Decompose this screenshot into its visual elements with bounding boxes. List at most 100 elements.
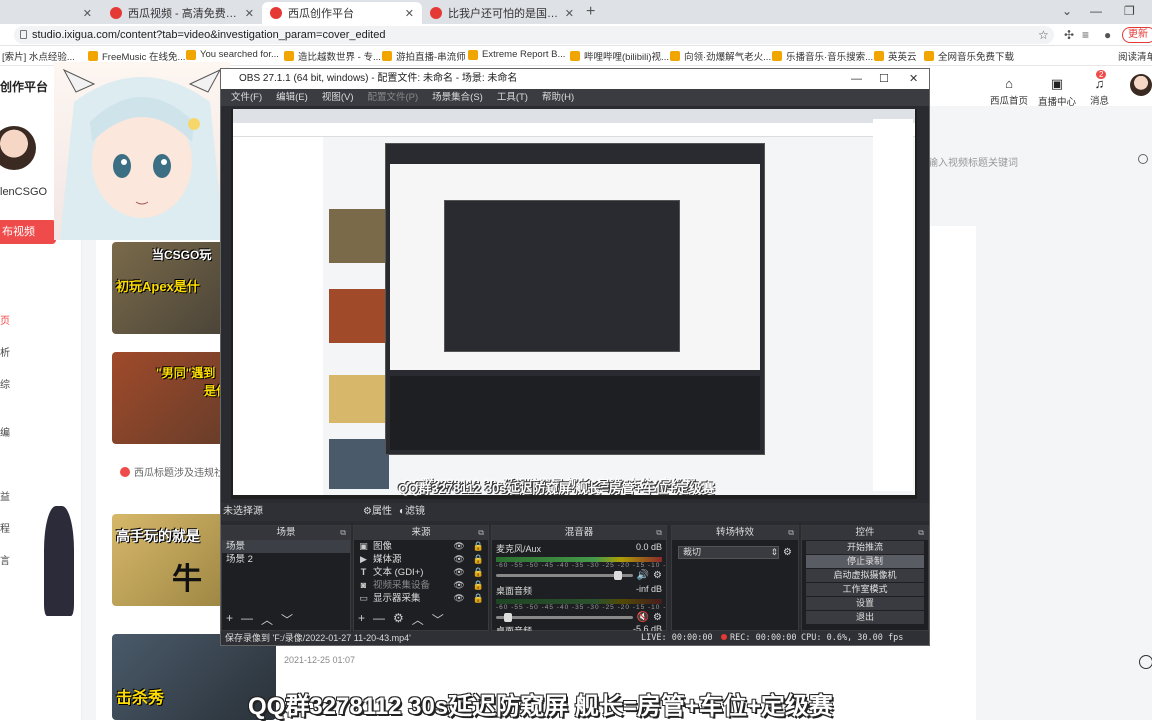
avatar[interactable]: [0, 126, 36, 170]
sidebar-item[interactable]: 析: [0, 344, 10, 359]
sidebar-item[interactable]: 编: [0, 424, 10, 439]
reading-list-icon[interactable]: ≡: [1082, 28, 1089, 42]
source-item[interactable]: ▶ 媒体源 👁 🔒: [354, 553, 488, 566]
settings-button[interactable]: 设置: [806, 597, 924, 610]
add-icon[interactable]: +: [358, 611, 365, 628]
close-icon[interactable]: ✕: [565, 7, 574, 20]
bookmark-item[interactable]: 哔哩哔哩(bilibili)视...: [570, 49, 669, 63]
menu-profile[interactable]: 配置文件(P): [367, 89, 418, 106]
gear-icon[interactable]: ⚙: [653, 612, 662, 623]
menu-help[interactable]: 帮助(H): [542, 89, 574, 106]
lock-icon[interactable]: 🔒: [473, 540, 484, 553]
eye-icon[interactable]: 👁: [453, 540, 464, 553]
browser-tab[interactable]: 比我户还可怕的是国服路人,大意 ✕: [422, 2, 582, 24]
menu-tools[interactable]: 工具(T): [497, 89, 528, 106]
sidebar-item[interactable]: 程: [0, 520, 10, 535]
messages-link[interactable]: ♫ 消息: [1090, 76, 1109, 107]
up-icon[interactable]: ︿: [261, 611, 273, 628]
gear-icon[interactable]: ⚙: [783, 547, 792, 558]
obs-preview[interactable]: QQ群3278112 30s延迟防窥屏 舰长=房管+车位+定级赛: [231, 109, 917, 499]
chat-icon[interactable]: [1139, 655, 1152, 669]
tab-search-icon[interactable]: ⌄: [1062, 4, 1072, 18]
volume-slider[interactable]: [496, 613, 633, 622]
menu-view[interactable]: 视图(V): [322, 89, 354, 106]
profile-icon[interactable]: ●: [1104, 28, 1111, 42]
search-icon[interactable]: [1138, 154, 1148, 164]
filters-button[interactable]: ◐滤镜: [399, 503, 425, 521]
user-avatar[interactable]: [1130, 74, 1152, 96]
menu-edit[interactable]: 编辑(E): [276, 89, 308, 106]
start-streaming-button[interactable]: 开始推流: [806, 541, 924, 554]
menu-scene-collection[interactable]: 场景集合(S): [432, 89, 483, 106]
extensions-icon[interactable]: ✣: [1064, 28, 1074, 42]
menu-file[interactable]: 文件(F): [231, 89, 262, 106]
source-item[interactable]: ▭ 显示器采集 👁 🔒: [354, 592, 488, 605]
speaker-muted-icon[interactable]: 🔇: [637, 612, 649, 623]
publish-video-button[interactable]: 布视频: [0, 220, 56, 244]
properties-button[interactable]: ⚙属性: [363, 503, 392, 521]
bookmark-item[interactable]: 乐播音乐·音乐搜索...: [772, 49, 873, 63]
live-center-link[interactable]: ▣ 直播中心: [1038, 76, 1076, 108]
star-icon[interactable]: ☆: [1038, 28, 1049, 42]
eye-icon[interactable]: 👁: [453, 566, 464, 579]
eye-icon[interactable]: 👁: [453, 553, 464, 566]
eye-icon[interactable]: 👁: [453, 592, 464, 605]
sidebar-item[interactable]: 页: [0, 312, 10, 327]
dock-pin-icon[interactable]: ⧉: [918, 526, 924, 540]
lock-icon[interactable]: 🔒: [473, 553, 484, 566]
close-icon[interactable]: ✕: [405, 7, 414, 20]
bookmark-item[interactable]: 向领·劲爆解气老火...: [670, 49, 771, 63]
close-icon[interactable]: ✕: [245, 7, 254, 20]
slider-knob[interactable]: [504, 613, 512, 622]
bookmark-item[interactable]: 英英云: [874, 49, 917, 63]
bookmark-item[interactable]: 造比越数世界 - 专...: [284, 49, 381, 63]
search-input[interactable]: 输入视频标题关键词: [928, 154, 1018, 169]
start-virtual-camera-button[interactable]: 启动虚拟摄像机: [806, 569, 924, 582]
bookmark-item[interactable]: You searched for...: [186, 49, 279, 60]
source-item[interactable]: ◙ 视频采集设备 👁 🔒: [354, 579, 488, 592]
sidebar-item[interactable]: 益: [0, 488, 10, 503]
dock-pin-icon[interactable]: ⧉: [478, 526, 484, 540]
sidebar-item[interactable]: 言: [0, 552, 10, 567]
update-button[interactable]: 更新: [1122, 27, 1152, 43]
volume-slider[interactable]: [496, 571, 633, 580]
gear-icon[interactable]: ⚙: [653, 570, 662, 581]
minimize-icon[interactable]: —: [851, 69, 862, 89]
gear-icon[interactable]: ⚙: [393, 611, 404, 628]
slider-knob[interactable]: [614, 571, 622, 580]
remove-icon[interactable]: —: [241, 611, 253, 628]
transition-select[interactable]: 裁切 ⇕: [678, 546, 780, 559]
exit-button[interactable]: 退出: [806, 611, 924, 624]
stop-recording-button[interactable]: 停止录制: [806, 555, 924, 568]
speaker-icon[interactable]: 🔊: [637, 570, 649, 581]
home-link[interactable]: ⌂ 西瓜首页: [990, 76, 1028, 107]
down-icon[interactable]: ﹀: [432, 611, 444, 628]
browser-tab[interactable]: 搜索 ✕: [0, 2, 100, 24]
add-icon[interactable]: +: [226, 611, 233, 628]
close-icon[interactable]: ✕: [83, 7, 92, 20]
dock-pin-icon[interactable]: ⧉: [788, 526, 794, 540]
eye-hidden-icon[interactable]: 👁: [453, 579, 464, 592]
up-icon[interactable]: ︿: [412, 611, 424, 628]
remove-icon[interactable]: —: [373, 611, 385, 628]
bookmark-item[interactable]: FreeMusic 在线免...: [88, 49, 185, 63]
maximize-icon[interactable]: ❐: [1124, 4, 1135, 18]
dock-pin-icon[interactable]: ⧉: [656, 526, 662, 540]
browser-tab-active[interactable]: 西瓜创作平台 ✕: [262, 2, 422, 24]
lock-icon[interactable]: 🔒: [473, 566, 484, 579]
bookmark-item[interactable]: 全网音乐免费下载: [924, 49, 1014, 63]
lock-icon[interactable]: 🔒: [473, 579, 484, 592]
down-icon[interactable]: ﹀: [281, 611, 293, 628]
dock-pin-icon[interactable]: ⧉: [340, 526, 346, 540]
bookmark-item[interactable]: 游拍直播-串流师: [382, 49, 466, 63]
scene-item[interactable]: 场景 2: [222, 553, 350, 566]
bookmark-item[interactable]: 阅读清单: [1118, 49, 1152, 63]
lock-icon[interactable]: 🔒: [473, 592, 484, 605]
new-tab-icon[interactable]: +: [586, 3, 595, 21]
source-item[interactable]: T 文本 (GDI+) 👁 🔒: [354, 566, 488, 579]
minimize-icon[interactable]: —: [1090, 4, 1102, 18]
studio-mode-button[interactable]: 工作室模式: [806, 583, 924, 596]
close-icon[interactable]: ✕: [909, 69, 918, 89]
sidebar-item[interactable]: 综: [0, 376, 10, 391]
url-input[interactable]: studio.ixigua.com/content?tab=video&inve…: [14, 26, 1054, 44]
